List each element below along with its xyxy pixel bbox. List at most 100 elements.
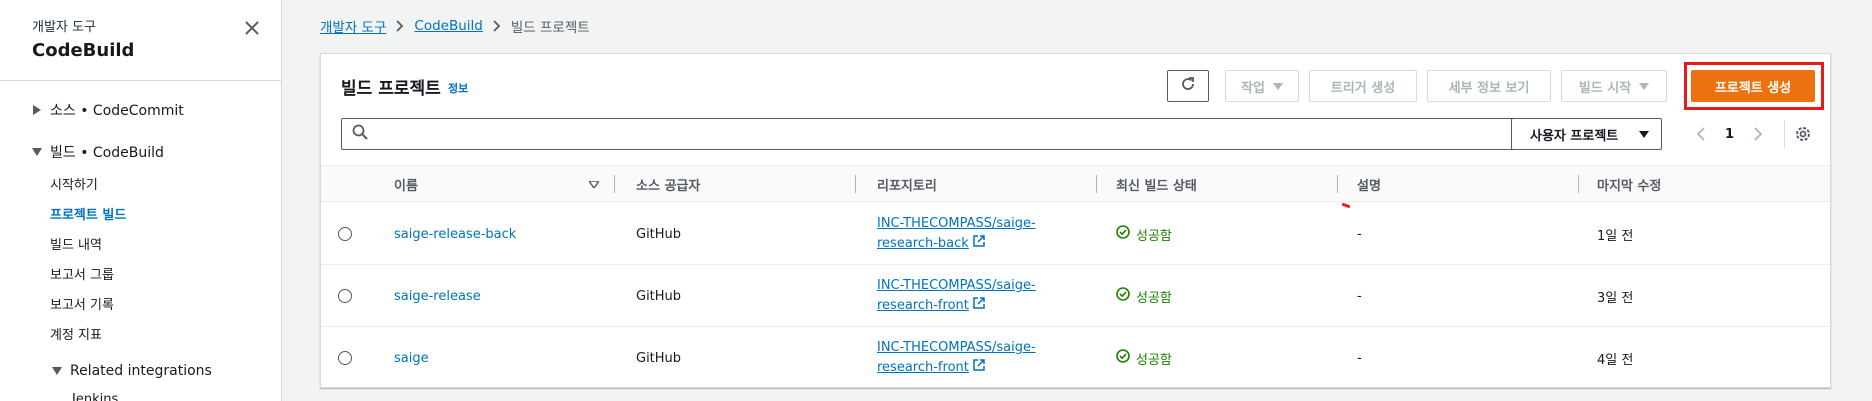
sidebar-divider [0,80,282,81]
table-header: 이름 소스 공급자 리포지토리 최신 빌드 상태 설명 마지막 수정 [321,165,1830,202]
start-build-dropdown[interactable]: 빌드 시작 [1561,70,1667,102]
sidebar-section-build[interactable]: 빌드 • CodeBuild [32,142,164,162]
chevron-right-icon [493,20,501,32]
chevron-left-icon[interactable] [1693,126,1709,142]
column-header-last-modified: 마지막 수정 [1597,179,1662,194]
actions-label: 작업 [1241,80,1265,96]
pagination: 1 [1693,118,1766,150]
description: - [1357,350,1362,366]
sidebar-section-source[interactable]: 소스 • CodeCommit [32,100,184,120]
caret-right-icon [32,105,42,115]
repository-line-2-text: research-back [877,236,969,251]
close-icon[interactable] [240,16,264,40]
view-details-button[interactable]: 세부 정보 보기 [1427,70,1551,102]
column-header-source-provider: 소스 공급자 [636,179,701,194]
sidebar-item-jenkins[interactable]: Jenkins [72,392,118,401]
repository-line-1[interactable]: INC-THECOMPASS/saige- [877,276,1036,296]
breadcrumb-codebuild[interactable]: CodeBuild [414,18,482,34]
row-radio[interactable] [338,289,352,303]
repository-link[interactable]: INC-THECOMPASS/saige- research-front [877,327,1036,389]
sidebar-section-label: Related integrations [70,363,212,379]
column-header-name[interactable]: 이름 [394,166,418,203]
sidebar-item-account-metrics[interactable]: 계정 지표 [50,324,102,343]
build-status-label: 성공함 [1136,228,1172,244]
description: - [1357,226,1362,242]
build-status: 성공함 [1116,265,1172,327]
search-input[interactable] [376,120,1519,148]
build-status: 성공함 [1116,327,1172,389]
column-separator [614,175,615,193]
search-box [341,118,1520,150]
repository-line-2[interactable]: research-front [877,296,985,316]
project-name-link[interactable]: saige-release-back [394,203,516,265]
column-header-latest-build-status: 최신 빌드 상태 [1116,179,1197,194]
row-radio[interactable] [338,351,352,365]
source-provider: GitHub [636,288,682,304]
sidebar-item-report-groups[interactable]: 보고서 그룹 [50,264,114,283]
last-modified: 4일 전 [1597,352,1634,368]
repository-line-1[interactable]: INC-THECOMPASS/saige- [877,214,1036,234]
column-separator [1578,175,1579,193]
sidebar-item-build-projects[interactable]: 프로젝트 빌드 [50,204,126,223]
breadcrumb-current: 빌드 프로젝트 [510,20,590,36]
sidebar-section-label: 빌드 • CodeBuild [50,145,164,161]
repository-link[interactable]: INC-THECOMPASS/saige- research-front [877,265,1036,327]
table-row: saige GitHub INC-THECOMPASS/saige- resea… [321,327,1830,389]
repository-line-2[interactable]: research-front [877,358,985,378]
caret-down-icon [52,366,62,376]
sidebar-item-build-history[interactable]: 빌드 내역 [50,234,102,253]
actions-dropdown[interactable]: 작업 [1225,70,1299,102]
column-header-description: 설명 [1357,179,1381,194]
refresh-button[interactable] [1167,70,1209,102]
project-name-link[interactable]: saige-release [394,265,481,327]
row-radio[interactable] [338,227,352,241]
sidebar-title: CodeBuild [32,40,135,61]
repository-link[interactable]: INC-THECOMPASS/saige- research-back [877,203,1036,265]
refresh-icon [1180,76,1196,96]
project-name-link[interactable]: saige [394,327,429,389]
source-provider: GitHub [636,350,682,366]
repository-line-2[interactable]: research-back [877,234,985,254]
gear-icon[interactable] [1793,124,1813,144]
create-trigger-button[interactable]: 트리거 생성 [1309,70,1417,102]
project-filter-select[interactable]: 사용자 프로젝트 [1511,118,1662,150]
highlight-box [1684,62,1824,110]
chevron-right-icon[interactable] [1750,126,1766,142]
build-projects-panel: 빌드 프로젝트 정보 작업 트리거 생성 세부 정보 보기 빌드 시작 프로젝트… [320,53,1831,388]
repository-line-1[interactable]: INC-THECOMPASS/saige- [877,338,1036,358]
sidebar-section-related[interactable]: Related integrations [52,363,212,379]
repository-line-2-text: research-front [877,360,969,375]
success-icon [1116,225,1130,243]
build-status-label: 성공함 [1136,290,1172,306]
external-link-icon [973,296,985,316]
breadcrumb: 개발자 도구 CodeBuild 빌드 프로젝트 [320,16,590,36]
sort-caret-icon[interactable] [589,166,599,203]
sidebar-item-getting-started[interactable]: 시작하기 [50,174,98,193]
side-navigation: 개발자 도구 CodeBuild 소스 • CodeCommit 빌드 • Co… [0,0,282,401]
table-row: saige-release-back GitHub INC-THECOMPASS… [321,203,1830,265]
sidebar-item-report-history[interactable]: 보고서 기록 [50,294,114,313]
external-link-icon [973,234,985,254]
sidebar-section-label: 소스 • CodeCommit [50,103,184,119]
caret-down-icon [1272,79,1283,94]
column-separator [855,175,856,193]
chevron-right-icon [396,20,404,32]
column-separator [1337,175,1338,193]
info-link[interactable]: 정보 [448,80,468,96]
page-number[interactable]: 1 [1725,127,1734,142]
start-build-label: 빌드 시작 [1578,80,1632,96]
last-modified: 3일 전 [1597,290,1634,306]
last-modified: 1일 전 [1597,228,1634,244]
success-icon [1116,349,1130,367]
caret-down-icon [1639,127,1649,142]
page-title: 빌드 프로젝트 [341,79,441,99]
build-status-label: 성공함 [1136,352,1172,368]
description: - [1357,288,1362,304]
source-provider: GitHub [636,226,682,242]
column-separator [1096,175,1097,193]
breadcrumb-developer-tools[interactable]: 개발자 도구 [320,16,386,36]
external-link-icon [973,358,985,378]
sidebar-subtitle: 개발자 도구 [32,20,96,35]
success-icon [1116,287,1130,305]
project-filter-value: 사용자 프로젝트 [1530,128,1619,144]
